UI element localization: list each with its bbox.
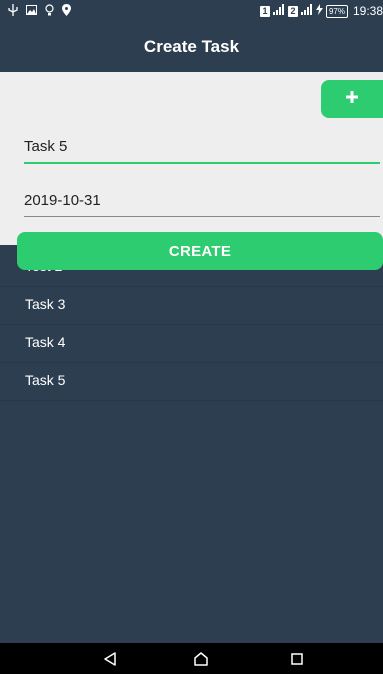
task-list-item[interactable]: Task 3 xyxy=(0,287,383,325)
home-icon[interactable] xyxy=(193,651,209,667)
back-icon[interactable] xyxy=(102,651,118,667)
task-name-input[interactable]: Task 5 xyxy=(24,136,380,164)
status-clock: 19:38 xyxy=(352,4,383,18)
task-list-item[interactable]: Task 5 xyxy=(0,363,383,401)
app-screen: 1 2 97% 19:38 Create Task Task 5 2019-10… xyxy=(0,0,383,674)
create-button[interactable]: CREATE xyxy=(17,232,383,270)
notification-icons xyxy=(8,3,71,19)
lightbulb-icon xyxy=(45,3,54,19)
image-icon xyxy=(26,4,37,18)
recent-apps-icon[interactable] xyxy=(289,651,305,667)
app-header: Create Task xyxy=(0,22,383,72)
sim2-badge: 2 xyxy=(287,5,298,17)
charging-icon xyxy=(315,4,323,18)
task-form: Task 5 2019-10-31 xyxy=(0,72,383,245)
usb-icon xyxy=(8,3,18,19)
signal-icon xyxy=(300,4,313,18)
plus-icon xyxy=(346,90,358,108)
status-bar: 1 2 97% 19:38 xyxy=(0,0,383,22)
signal-icon xyxy=(272,4,285,18)
system-status: 1 2 97% 19:38 xyxy=(259,3,383,19)
add-button[interactable] xyxy=(321,80,383,118)
location-pin-icon xyxy=(62,3,71,19)
create-button-label: CREATE xyxy=(168,242,232,260)
task-list: Test 2 Task 3 Task 4 Task 5 xyxy=(0,249,383,401)
navigation-bar xyxy=(0,643,383,674)
task-list-item[interactable]: Task 4 xyxy=(0,325,383,363)
battery-indicator: 97% xyxy=(325,4,348,18)
sim1-badge: 1 xyxy=(259,5,270,17)
page-title: Create Task xyxy=(143,37,240,56)
due-date-input[interactable]: 2019-10-31 xyxy=(24,190,380,217)
